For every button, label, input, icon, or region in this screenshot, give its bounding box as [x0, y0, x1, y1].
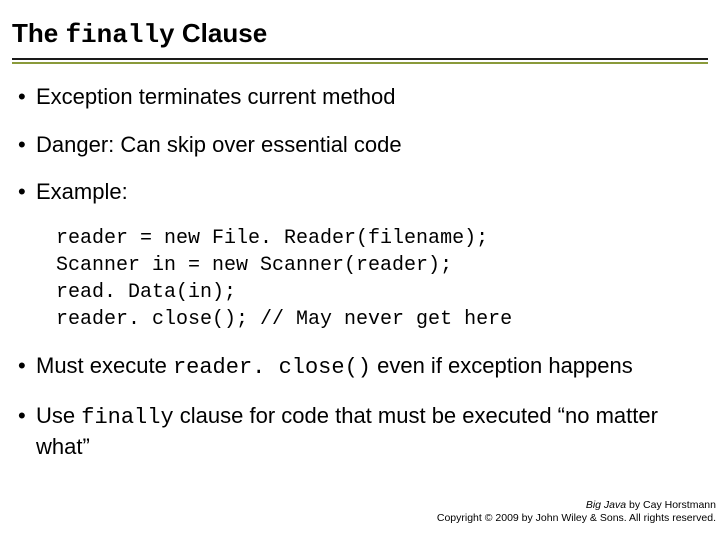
- list-item: Use finally clause for code that must be…: [18, 401, 708, 462]
- bullet-list: Exception terminates current method Dang…: [12, 82, 708, 207]
- list-item: Exception terminates current method: [18, 82, 708, 112]
- author: by Cay Horstmann: [626, 499, 716, 511]
- code-example: reader = new File. Reader(filename); Sca…: [56, 225, 708, 333]
- bullet-text: even if exception happens: [371, 353, 633, 378]
- bullet-text: Must execute: [36, 353, 173, 378]
- list-item: Danger: Can skip over essential code: [18, 130, 708, 160]
- divider-dark: [12, 58, 708, 60]
- title-post: Clause: [175, 18, 268, 48]
- inline-code: reader. close(): [173, 355, 371, 380]
- slide-title: The finally Clause: [12, 18, 708, 56]
- inline-code: finally: [81, 405, 173, 430]
- divider-olive: [12, 62, 708, 64]
- title-pre: The: [12, 18, 65, 48]
- bullet-list-2: Must execute reader. close() even if exc…: [12, 351, 708, 462]
- book-title: Big Java: [586, 499, 626, 511]
- footer-line1: Big Java by Cay Horstmann: [437, 499, 716, 513]
- bullet-text: Use: [36, 403, 81, 428]
- bullet-text: Exception terminates current method: [36, 84, 396, 109]
- copyright: Copyright © 2009 by John Wiley & Sons. A…: [437, 512, 716, 526]
- footer-attribution: Big Java by Cay Horstmann Copyright © 20…: [437, 499, 716, 526]
- title-keyword: finally: [65, 20, 174, 50]
- list-item: Example:: [18, 177, 708, 207]
- bullet-text: Danger: Can skip over essential code: [36, 132, 402, 157]
- list-item: Must execute reader. close() even if exc…: [18, 351, 708, 383]
- bullet-text: Example:: [36, 179, 128, 204]
